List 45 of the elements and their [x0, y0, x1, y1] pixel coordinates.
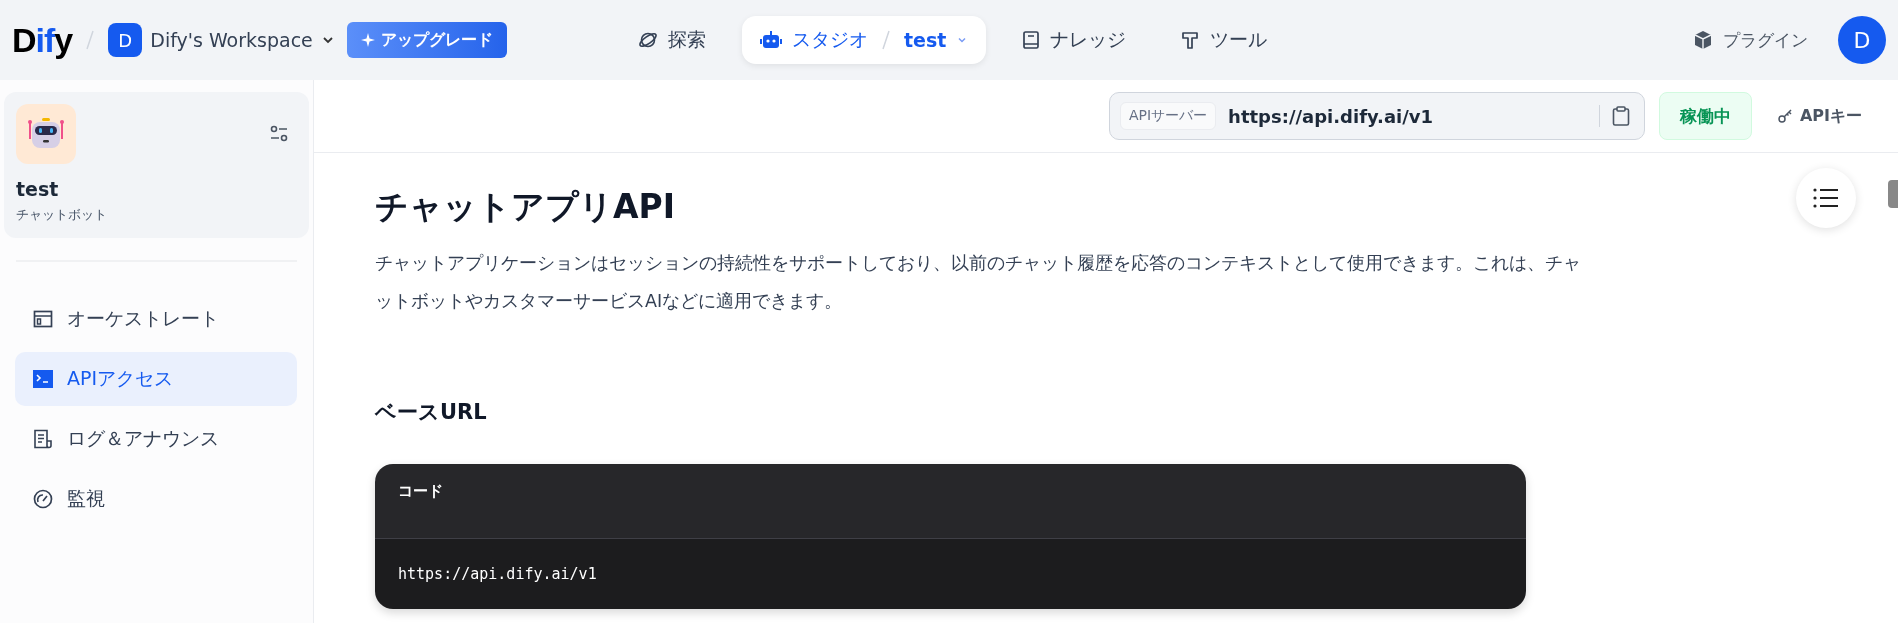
- gauge-icon: [33, 489, 53, 509]
- user-avatar[interactable]: D: [1838, 16, 1886, 64]
- hammer-icon: [1180, 30, 1201, 50]
- book-icon: [1022, 30, 1041, 50]
- app-name: test: [16, 178, 60, 200]
- workspace-avatar: D: [108, 23, 143, 57]
- api-key-button[interactable]: APIキー: [1765, 105, 1874, 127]
- workspace-switcher[interactable]: D Dify's Workspace: [108, 23, 335, 57]
- sidebar-item[interactable]: オーケストレート: [15, 292, 297, 346]
- window-icon: [33, 309, 53, 329]
- code-text: https://api.dify.ai/v1: [398, 565, 597, 583]
- sidebar-item[interactable]: APIアクセス: [15, 352, 297, 406]
- nav-tab[interactable]: ツール: [1162, 16, 1286, 64]
- key-icon: [1777, 109, 1794, 123]
- terminal-icon: [33, 369, 53, 389]
- plugins-button[interactable]: プラグイン: [1687, 27, 1814, 53]
- status-badge: 稼働中: [1658, 92, 1752, 140]
- page-title: チャットアプリAPI: [375, 186, 676, 228]
- cube-icon: [1693, 30, 1713, 50]
- upgrade-button[interactable]: アップグレード: [346, 22, 507, 58]
- api-url: https://api.dify.ai/v1: [1228, 105, 1435, 127]
- sparkle-icon: [360, 33, 375, 47]
- settings-icon[interactable]: [269, 124, 289, 144]
- section-heading: ベースURL: [375, 399, 488, 426]
- api-server-label: APIサーバー: [1119, 102, 1217, 130]
- app-type: チャットボット: [16, 206, 108, 224]
- code-label: コード: [398, 481, 443, 501]
- table-of-contents-button[interactable]: [1796, 168, 1856, 228]
- robot-icon: [760, 30, 782, 50]
- nav-tab[interactable]: スタジオ test: [742, 16, 987, 64]
- clipboard-icon[interactable]: [1611, 106, 1630, 126]
- nav-tab[interactable]: ナレッジ: [1004, 16, 1145, 64]
- nav-tab[interactable]: 探索: [620, 16, 724, 64]
- document-icon: [33, 429, 53, 449]
- list-icon: [1813, 187, 1839, 209]
- app-switcher[interactable]: test: [904, 29, 947, 51]
- description-text: チャットアプリケーションはセッションの持続性をサポートしており、以前のチャット履歴を応答のコンテキストとして使用できます。これは、チャットボットやカスタマーサービスAIなどに適用できます。: [375, 252, 1582, 313]
- separator-line: [86, 30, 95, 50]
- scrollbar-thumb[interactable]: [1888, 180, 1898, 208]
- sidebar-item[interactable]: ログ＆アナウンス: [15, 412, 297, 466]
- robot-app-icon: [16, 104, 76, 164]
- separator-line: [882, 30, 890, 50]
- dify-logo[interactable]: Dify: [12, 20, 73, 60]
- planet-icon: [638, 30, 658, 50]
- sidebar-item[interactable]: 監視: [15, 472, 297, 526]
